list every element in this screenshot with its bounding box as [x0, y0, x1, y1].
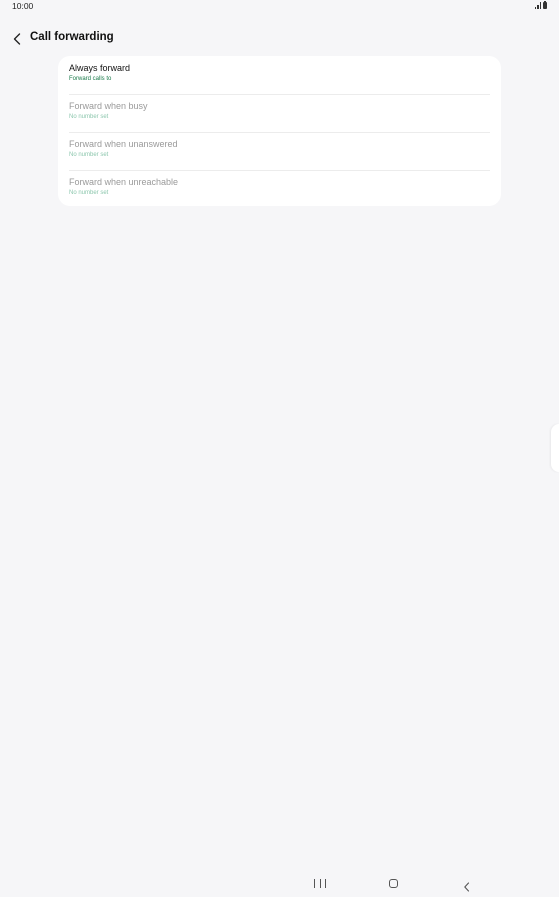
page-title: Call forwarding: [30, 31, 114, 43]
status-time: 10:00: [12, 1, 34, 11]
signal-icon: [534, 2, 541, 9]
always-forward-item[interactable]: Always forward Forward calls to: [58, 56, 501, 94]
divider: [69, 94, 490, 95]
item-subtitle: No number set: [69, 190, 109, 196]
back-icon[interactable]: [463, 879, 473, 892]
recent-apps-icon[interactable]: [314, 879, 326, 889]
item-title: Forward when unreachable: [69, 177, 179, 187]
item-title: Forward when busy: [69, 101, 148, 111]
item-title: Forward when unanswered: [69, 139, 178, 149]
navigation-bar: [0, 872, 559, 896]
status-bar: 10:00: [0, 0, 559, 14]
chevron-left-icon: [13, 33, 21, 45]
item-subtitle: Forward calls to: [69, 76, 112, 82]
forward-when-busy-item[interactable]: Forward when busy No number set: [58, 94, 501, 132]
back-button[interactable]: [10, 30, 24, 48]
status-icons: [534, 1, 547, 9]
item-subtitle: No number set: [69, 114, 109, 120]
home-icon[interactable]: [389, 879, 399, 889]
forward-when-unreachable-item[interactable]: Forward when unreachable No number set: [58, 170, 501, 208]
forward-when-unanswered-item[interactable]: Forward when unanswered No number set: [58, 132, 501, 170]
battery-icon: [543, 1, 547, 9]
divider: [69, 170, 490, 171]
forwarding-options-card: Always forward Forward calls to Forward …: [58, 56, 501, 206]
item-title: Always forward: [69, 63, 131, 73]
item-subtitle: No number set: [69, 152, 109, 158]
divider: [69, 132, 490, 133]
edge-panel-handle[interactable]: [551, 424, 559, 472]
